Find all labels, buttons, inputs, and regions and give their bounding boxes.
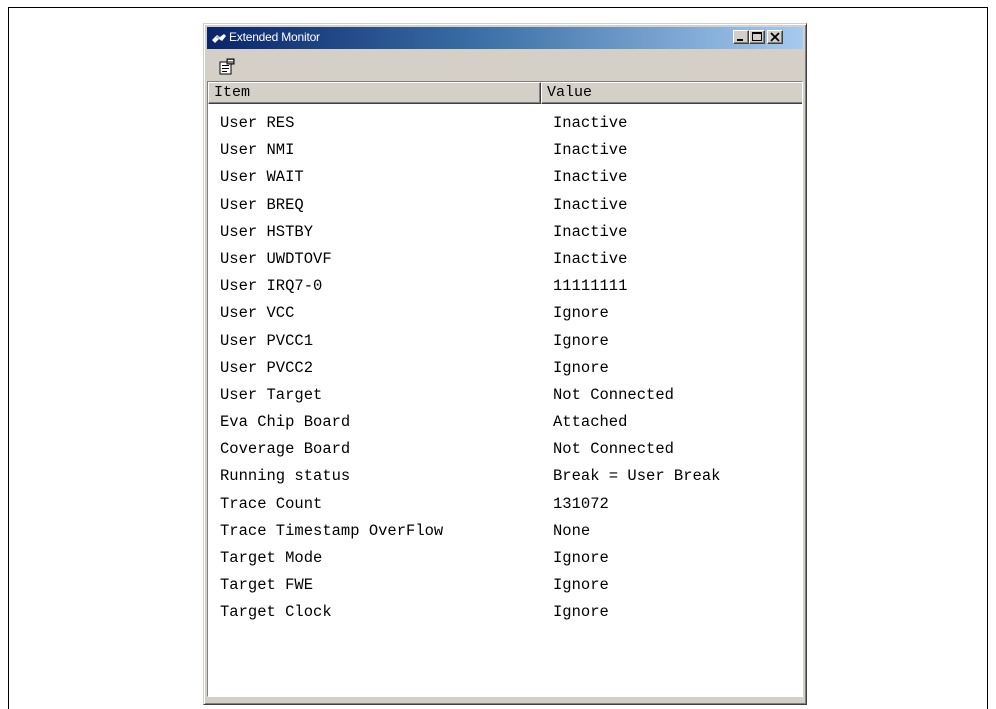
list-row[interactable]: Eva Chip Board Attached: [208, 409, 802, 436]
value-cell: None: [553, 521, 591, 540]
item-cell: User PVCC2: [220, 358, 314, 377]
item-cell: User WAIT: [220, 168, 304, 187]
value-cell: 131072: [553, 494, 609, 513]
list-row[interactable]: Target Clock Ignore: [208, 599, 802, 626]
list-row[interactable]: User Target Not Connected: [208, 382, 802, 409]
item-cell: User Target: [220, 385, 323, 404]
item-cell: User HSTBY: [220, 222, 314, 241]
list-row[interactable]: User HSTBY Inactive: [208, 219, 802, 246]
list-row[interactable]: User WAIT Inactive: [208, 164, 802, 191]
value-cell: Inactive: [553, 195, 628, 214]
item-cell: Trace Count: [220, 494, 323, 513]
close-button[interactable]: [767, 30, 783, 44]
value-cell: Inactive: [553, 222, 628, 241]
list-rows: User RES Inactive User NMI Inactive User WAI…: [208, 110, 802, 627]
list-row[interactable]: Target Mode Ignore: [208, 545, 802, 572]
item-cell: Target FWE: [220, 576, 314, 595]
list-row[interactable]: Running status Break = User Break: [208, 463, 802, 490]
properties-icon: [217, 58, 237, 81]
value-cell: Inactive: [553, 114, 628, 132]
item-cell: Running status: [220, 467, 351, 486]
maximize-button[interactable]: [749, 30, 765, 44]
column-header-item[interactable]: Item: [208, 82, 541, 104]
value-cell: Ignore: [553, 576, 609, 595]
list-row[interactable]: Target FWE Ignore: [208, 572, 802, 599]
item-cell: User PVCC1: [220, 331, 314, 350]
value-cell: Break = User Break: [553, 467, 721, 486]
extended-monitor-window: Extended Monitor Item Value User RES Ina…: [203, 23, 807, 705]
value-cell: Ignore: [553, 304, 609, 323]
list-row[interactable]: User PVCC2 Ignore: [208, 355, 802, 382]
value-cell: Inactive: [553, 249, 628, 268]
list-row[interactable]: User RES Inactive: [208, 110, 802, 137]
item-cell: User NMI: [220, 141, 295, 160]
list-row[interactable]: Trace Timestamp OverFlow None: [208, 518, 802, 545]
list-header: Item Value: [208, 82, 802, 104]
value-cell: Attached: [553, 413, 628, 432]
value-cell: Not Connected: [553, 440, 674, 459]
value-cell: Ignore: [553, 603, 609, 622]
item-cell: Coverage Board: [220, 440, 351, 459]
value-cell: Not Connected: [553, 385, 674, 404]
list-row[interactable]: User PVCC1 Ignore: [208, 328, 802, 355]
value-cell: Inactive: [553, 141, 628, 160]
list-row[interactable]: User IRQ7-0 11111111: [208, 273, 802, 300]
column-header-value[interactable]: Value: [541, 82, 802, 104]
monitor-list-view[interactable]: Item Value User RES Inactive User NMI Inact…: [207, 81, 803, 697]
item-cell: User UWDTOVF: [220, 249, 332, 268]
list-row[interactable]: User NMI Inactive: [208, 137, 802, 164]
list-row[interactable]: User VCC Ignore: [208, 300, 802, 327]
item-cell: Target Clock: [220, 603, 332, 622]
item-cell: Target Mode: [220, 549, 323, 567]
value-cell: 11111111: [553, 277, 628, 296]
properties-button[interactable]: [217, 57, 237, 77]
list-row[interactable]: Coverage Board Not Connected: [208, 436, 802, 463]
item-cell: Eva Chip Board: [220, 413, 351, 432]
value-cell: Inactive: [553, 168, 628, 187]
toolbar: [207, 51, 803, 81]
item-cell: User BREQ: [220, 195, 304, 214]
value-cell: Ignore: [553, 549, 609, 567]
item-cell: User VCC: [220, 304, 295, 323]
value-cell: Ignore: [553, 331, 609, 350]
minimize-button[interactable]: [733, 30, 749, 44]
list-row[interactable]: User UWDTOVF Inactive: [208, 246, 802, 273]
list-row[interactable]: User BREQ Inactive: [208, 192, 802, 219]
monitor-app-icon: [211, 31, 227, 45]
title-bar[interactable]: Extended Monitor: [207, 27, 803, 49]
list-row[interactable]: Trace Count 131072: [208, 491, 802, 518]
window-title: Extended Monitor: [229, 30, 320, 44]
value-cell: Ignore: [553, 358, 609, 377]
item-cell: User IRQ7-0: [220, 277, 323, 296]
item-cell: Trace Timestamp OverFlow: [220, 521, 444, 540]
item-cell: User RES: [220, 114, 295, 132]
